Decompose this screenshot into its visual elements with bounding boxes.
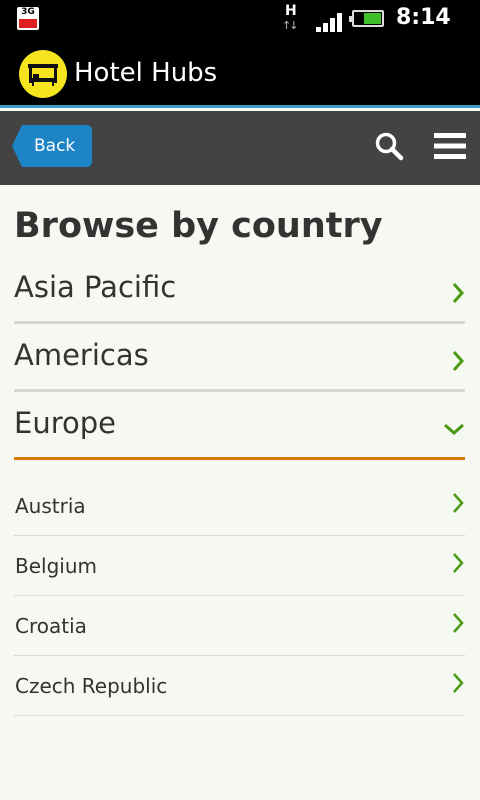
chevron-right-icon [453, 553, 464, 573]
chevron-right-icon [453, 673, 464, 693]
region-label: Europe [14, 406, 116, 440]
chevron-right-icon [452, 283, 465, 303]
network-3g-icon: 3G [17, 7, 39, 30]
region-label: Americas [14, 338, 149, 372]
chevron-right-icon [453, 493, 464, 513]
page-title: Browse by country [14, 206, 383, 246]
app-header: Hotel Hubs [0, 38, 480, 108]
data-label: H [285, 3, 297, 19]
country-label: Belgium [15, 554, 97, 578]
battery-icon [349, 10, 384, 27]
hotel-bed-logo-icon [19, 50, 67, 98]
back-button-label: Back [34, 136, 76, 156]
region-asia-pacific[interactable]: Asia Pacific [14, 258, 465, 324]
country-label: Czech Republic [15, 674, 168, 698]
country-czech-republic[interactable]: Czech Republic [14, 656, 465, 716]
search-icon[interactable] [374, 131, 404, 161]
network-label: 3G [21, 7, 35, 17]
signal-strength-icon [316, 12, 344, 32]
chevron-right-icon [452, 351, 465, 371]
country-austria[interactable]: Austria [14, 476, 465, 536]
region-europe[interactable]: Europe [14, 394, 465, 460]
country-croatia[interactable]: Croatia [14, 596, 465, 656]
country-label: Austria [15, 494, 86, 518]
back-button[interactable]: Back [12, 125, 92, 167]
country-belgium[interactable]: Belgium [14, 536, 465, 596]
menu-icon[interactable] [434, 131, 466, 161]
app-title: Hotel Hubs [74, 58, 218, 88]
data-activity-icon: H ↑↓ [282, 3, 299, 32]
country-label: Croatia [15, 614, 87, 638]
chevron-down-icon [444, 423, 464, 436]
chevron-right-icon [453, 613, 464, 633]
status-bar: 3G H ↑↓ 8:14 PM [0, 0, 480, 53]
region-americas[interactable]: Americas [14, 326, 465, 392]
region-label: Asia Pacific [14, 270, 177, 304]
toolbar: Back [0, 111, 480, 185]
